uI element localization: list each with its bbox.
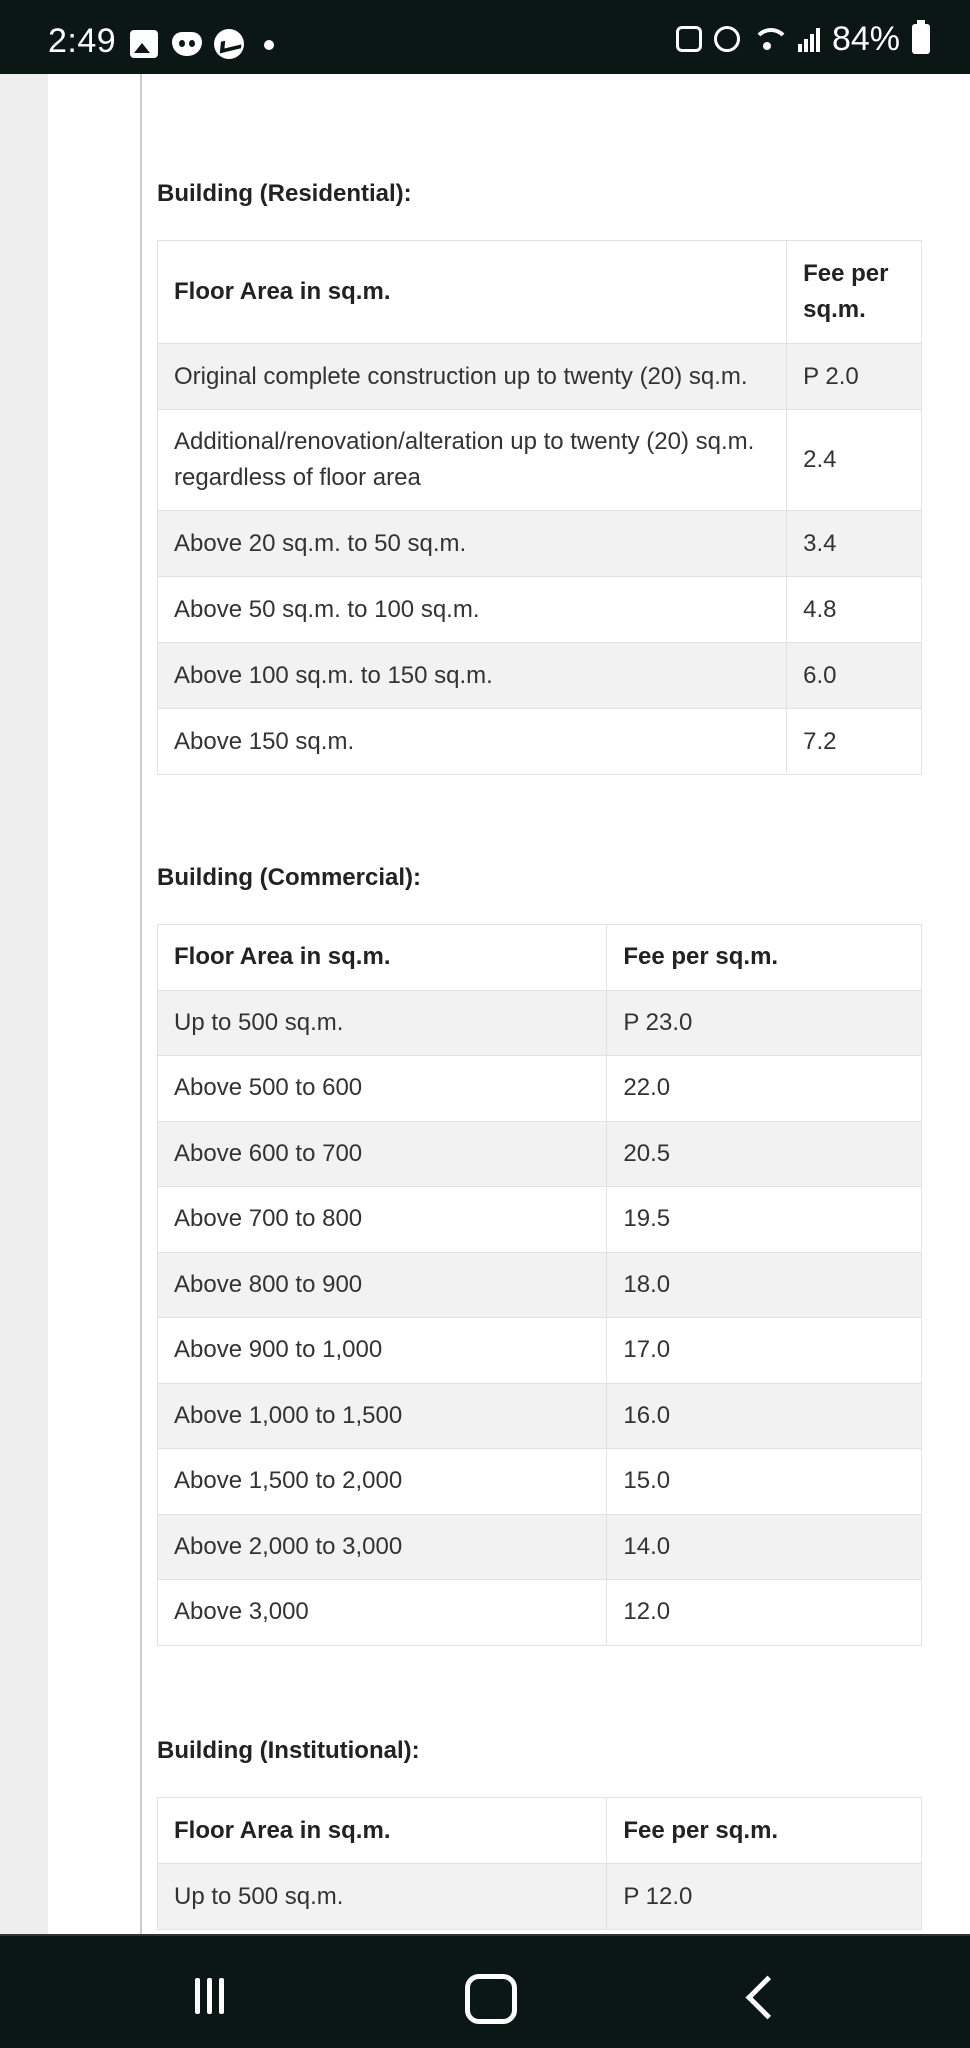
cell-area: Above 600 to 700 (156, 1120, 608, 1187)
cell-fee: 6.0 (786, 642, 922, 709)
commercial-fee-table: Floor Area in sq.m. Fee per sq.m. Up to … (156, 924, 922, 1646)
header-floor-area: Floor Area in sq.m. (156, 924, 608, 991)
table-row: Above 700 to 800 19.5 (156, 1186, 922, 1253)
table-row: Up to 500 sq.m. P 12.0 (156, 1863, 922, 1930)
table-row: Above 2,000 to 3,000 14.0 (156, 1513, 922, 1580)
table-row: Above 1,000 to 1,500 16.0 (156, 1382, 922, 1449)
cell-fee: P 2.0 (786, 343, 922, 410)
cell-fee: 20.5 (606, 1120, 922, 1187)
gallery-icon (130, 30, 158, 58)
table-row: Above 50 sq.m. to 100 sq.m. 4.8 (156, 576, 922, 643)
cell-fee: 22.0 (606, 1055, 922, 1122)
cell-fee: 4.8 (786, 576, 922, 643)
cell-area: Above 20 sq.m. to 50 sq.m. (156, 510, 788, 577)
header-floor-area: Floor Area in sq.m. (156, 1797, 608, 1864)
header-fee: Fee per sq.m. (606, 924, 922, 991)
cell-fee: 2.4 (786, 409, 922, 511)
recents-button[interactable] (155, 1936, 275, 2048)
status-time: 2:49 (48, 22, 117, 60)
table-row: Above 3,000 12.0 (156, 1579, 922, 1646)
alarm-icon (713, 26, 740, 52)
table-row: Above 100 sq.m. to 150 sq.m. 6.0 (156, 642, 922, 709)
cell-area: Above 2,000 to 3,000 (156, 1513, 608, 1580)
table-row: Above 150 sq.m. 7.2 (156, 708, 922, 775)
cell-area: Above 3,000 (156, 1579, 608, 1646)
institutional-fee-table: Floor Area in sq.m. Fee per sq.m. Up to … (156, 1797, 922, 1930)
cell-area: Original complete construction up to twe… (156, 343, 788, 410)
battery-percent: 84% (831, 19, 900, 58)
cell-fee: 16.0 (606, 1382, 922, 1449)
notification-dot-icon (264, 40, 274, 50)
table-row: Above 600 to 700 20.5 (156, 1120, 922, 1187)
table-header-row: Floor Area in sq.m. Fee per sq.m. (156, 1797, 922, 1864)
cell-fee: P 12.0 (606, 1863, 922, 1930)
cell-fee: 18.0 (606, 1251, 922, 1318)
cell-area: Above 900 to 1,000 (156, 1317, 608, 1384)
table-row: Above 500 to 600 22.0 (156, 1055, 922, 1122)
back-button[interactable] (700, 1936, 820, 2048)
signal-icon (797, 26, 820, 52)
cell-fee: 17.0 (606, 1317, 922, 1384)
cell-area: Up to 500 sq.m. (156, 989, 608, 1056)
cell-area: Above 500 to 600 (156, 1055, 608, 1122)
wifi-icon (751, 26, 790, 52)
header-fee: Fee per sq.m. (606, 1797, 922, 1864)
section-title-institutional: Building (Institutional): (157, 1737, 420, 1764)
cell-fee: 12.0 (606, 1579, 922, 1646)
discord-icon (172, 32, 202, 56)
battery-icon (912, 20, 930, 54)
cell-fee: 3.4 (786, 510, 922, 577)
cell-area: Above 1,500 to 2,000 (156, 1448, 608, 1515)
cell-fee: 19.5 (606, 1186, 922, 1253)
table-header-row: Floor Area in sq.m. Fee per sq.m. (156, 924, 922, 991)
cell-area: Above 100 sq.m. to 150 sq.m. (156, 642, 788, 709)
recycle-icon (675, 26, 702, 52)
cell-area: Above 1,000 to 1,500 (156, 1382, 608, 1449)
status-bar: 2:49 84% (0, 0, 970, 74)
section-title-commercial: Building (Commercial): (157, 864, 422, 891)
table-row: Original complete construction up to twe… (156, 343, 922, 410)
cell-area: Above 150 sq.m. (156, 708, 788, 775)
cell-area: Above 50 sq.m. to 100 sq.m. (156, 576, 788, 643)
status-right-group: 84% (675, 19, 930, 58)
cell-area: Up to 500 sq.m. (156, 1863, 608, 1930)
table-row: Above 1,500 to 2,000 15.0 (156, 1448, 922, 1515)
messenger-icon (214, 29, 244, 59)
table-row: Above 800 to 900 18.0 (156, 1251, 922, 1318)
table-row: Above 20 sq.m. to 50 sq.m. 3.4 (156, 510, 922, 577)
residential-fee-table: Floor Area in sq.m. Fee per sq.m. Origin… (156, 240, 922, 775)
content-divider (140, 74, 142, 1934)
cell-fee: P 23.0 (606, 989, 922, 1056)
table-row: Above 900 to 1,000 17.0 (156, 1317, 922, 1384)
navigation-bar (0, 1934, 970, 2048)
header-fee: Fee per sq.m. (786, 240, 922, 344)
cell-area: Above 800 to 900 (156, 1251, 608, 1318)
table-row: Up to 500 sq.m. P 23.0 (156, 989, 922, 1056)
cell-area: Additional/renovation/alteration up to t… (156, 409, 788, 511)
table-header-row: Floor Area in sq.m. Fee per sq.m. (156, 240, 922, 344)
header-floor-area: Floor Area in sq.m. (156, 240, 788, 344)
cell-fee: 15.0 (606, 1448, 922, 1515)
page-content[interactable]: Building (Residential): Floor Area in sq… (0, 74, 970, 1934)
cell-area: Above 700 to 800 (156, 1186, 608, 1253)
home-button[interactable] (427, 1936, 547, 2048)
table-row: Additional/renovation/alteration up to t… (156, 409, 922, 511)
cell-fee: 14.0 (606, 1513, 922, 1580)
section-title-residential: Building (Residential): (157, 180, 412, 207)
cell-fee: 7.2 (786, 708, 922, 775)
left-gutter (0, 74, 48, 1934)
